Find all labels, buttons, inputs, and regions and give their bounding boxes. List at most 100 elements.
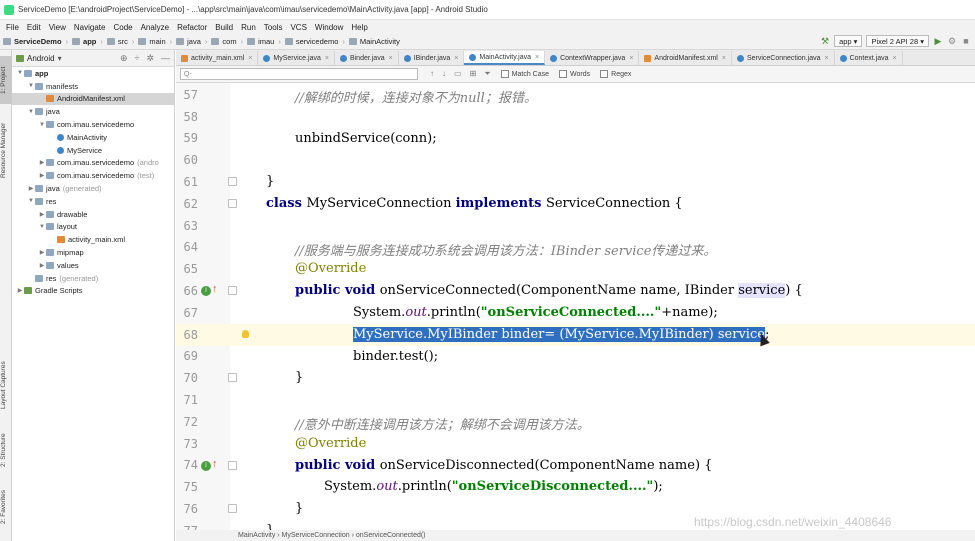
tree-node[interactable]: MyService	[12, 144, 174, 157]
tree-node[interactable]: ▼ res	[12, 195, 174, 208]
code-line[interactable]: 72 //意外中断连接调用该方法；解绑不会调用该方法。	[176, 411, 975, 433]
tree-node[interactable]: ▶ drawable	[12, 208, 174, 221]
breadcrumb-item[interactable]: MainActivity	[346, 37, 403, 46]
tree-node[interactable]: ▼ app	[12, 67, 174, 80]
code-line[interactable]: 59 unbindService(conn);	[176, 128, 975, 150]
code-line[interactable]: 68 MyService.MyIBinder binder= (MyService…	[176, 323, 975, 346]
override-arrow-icon[interactable]: ↑	[212, 458, 218, 470]
expand-arrow-icon[interactable]: ▶	[16, 287, 24, 294]
close-icon[interactable]: ×	[535, 54, 539, 61]
layout-captures-tab[interactable]: Layout Captures	[0, 350, 12, 420]
tree-node[interactable]: activity_main.xml	[12, 233, 174, 246]
breadcrumb-item[interactable]: imau	[244, 37, 277, 46]
breadcrumb-item[interactable]: main	[135, 37, 168, 46]
tree-node[interactable]: ▼ com.imau.servicedemo	[12, 118, 174, 131]
code-line[interactable]: 63	[176, 215, 975, 237]
close-icon[interactable]: ×	[893, 55, 897, 62]
add-selection-icon[interactable]: ⊞	[470, 69, 477, 79]
code-line[interactable]: 57 //解绑的时候，连接对象不为null；报错。	[176, 84, 975, 106]
words-checkbox[interactable]	[559, 70, 568, 78]
menu-run[interactable]: Run	[237, 23, 260, 32]
hide-icon[interactable]: —	[161, 53, 170, 64]
close-icon[interactable]: ×	[722, 55, 726, 62]
hammer-icon[interactable]: ⚒	[820, 36, 830, 46]
code-line[interactable]: 69 binder.test();	[176, 346, 975, 368]
expand-arrow-icon[interactable]: ▶	[38, 172, 46, 179]
menu-refactor[interactable]: Refactor	[173, 23, 211, 32]
close-icon[interactable]: ×	[454, 55, 458, 62]
menu-view[interactable]: View	[45, 23, 70, 32]
match-case-checkbox[interactable]	[500, 70, 509, 78]
menu-tools[interactable]: Tools	[260, 23, 287, 32]
regex-checkbox[interactable]	[600, 70, 609, 78]
select-all-icon[interactable]: ▭	[454, 69, 462, 79]
editor-tab[interactable]: MainActivity.java ×	[464, 51, 546, 65]
editor-tab[interactable]: AndroidManifest.xml ×	[639, 51, 732, 65]
expand-arrow-icon[interactable]: ▶	[38, 211, 46, 218]
tree-node[interactable]: ▼ java	[12, 105, 174, 118]
expand-arrow-icon[interactable]: ▼	[38, 122, 46, 128]
close-icon[interactable]: ×	[629, 55, 633, 62]
breadcrumb-item[interactable]: java	[173, 37, 204, 46]
breadcrumb-item[interactable]: servicedemo	[282, 37, 342, 46]
tree-node[interactable]: res (generated)	[12, 272, 174, 285]
code-line[interactable]: 64 //服务端与服务连接成功系统会调用该方法：IBinder service传递…	[176, 237, 975, 258]
code-line[interactable]: 58	[176, 106, 975, 128]
match-case-option[interactable]: Match Case	[500, 70, 549, 78]
fold-marker-icon[interactable]	[228, 177, 237, 187]
editor-tab[interactable]: Binder.java ×	[335, 51, 399, 65]
expand-arrow-icon[interactable]: ▼	[16, 70, 24, 76]
close-icon[interactable]: ×	[824, 55, 828, 62]
lightbulb-icon[interactable]	[242, 329, 249, 338]
code-line[interactable]: 75 System.out.println("onServiceDisconnec…	[176, 476, 975, 498]
tree-node[interactable]: ▶ com.imau.servicedemo (andro	[12, 157, 174, 170]
code-line[interactable]: 62 class MyServiceConnection implements S…	[176, 193, 975, 215]
implements-marker-icon[interactable]: I	[201, 286, 211, 297]
locate-icon[interactable]: ⊕	[120, 53, 128, 64]
tree-node[interactable]: ▶ mipmap	[12, 246, 174, 259]
expand-arrow-icon[interactable]: ▼	[38, 224, 46, 230]
override-arrow-icon[interactable]: ↑	[212, 283, 218, 295]
fold-marker-icon[interactable]	[228, 504, 237, 514]
editor-tab[interactable]: activity_main.xml ×	[176, 51, 259, 65]
stop-icon[interactable]: ■	[961, 36, 971, 46]
code-line[interactable]: 67 System.out.println("onServiceConnected…	[176, 302, 975, 324]
expand-arrow-icon[interactable]: ▼	[27, 198, 35, 204]
close-icon[interactable]: ×	[248, 55, 252, 62]
tree-node[interactable]: ▶ Gradle Scripts	[12, 285, 174, 298]
fold-marker-icon[interactable]	[228, 460, 237, 470]
menu-window[interactable]: Window	[311, 23, 347, 32]
breadcrumb-item[interactable]: ServiceDemo	[0, 37, 65, 46]
code-editor[interactable]: 57 //解绑的时候，连接对象不为null；报错。 58 59 unbindServic…	[176, 83, 975, 541]
expand-arrow-icon[interactable]: ▼	[27, 83, 35, 89]
chevron-down-icon[interactable]: ▾	[58, 54, 62, 63]
tree-node[interactable]: ▼ manifests	[12, 80, 174, 93]
menu-edit[interactable]: Edit	[23, 23, 45, 32]
tree-node[interactable]: AndroidManifest.xml	[12, 92, 174, 106]
fold-marker-icon[interactable]	[228, 373, 237, 383]
code-line[interactable]: 70}	[176, 367, 975, 389]
editor-tab[interactable]: MyService.java ×	[258, 51, 335, 65]
code-line[interactable]: 74 I ↑ public void onServiceDisconnected(Co…	[176, 455, 975, 477]
expand-arrow-icon[interactable]: ▶	[38, 262, 46, 269]
editor-tab[interactable]: ServiceConnection.java ×	[732, 51, 835, 65]
device-select[interactable]: Pixel 2 API 28 ▾	[866, 35, 929, 47]
filter-icon[interactable]: ⏷	[484, 69, 490, 79]
breadcrumb-item[interactable]: src	[104, 37, 131, 46]
gear-icon[interactable]: ✲	[146, 53, 154, 64]
menu-file[interactable]: File	[2, 23, 23, 32]
menu-vcs[interactable]: VCS	[286, 23, 310, 32]
code-line[interactable]: 73 @Override	[176, 433, 975, 455]
code-breadcrumb[interactable]: MainActivity › MyServiceConnection › onS…	[238, 532, 426, 539]
tree-node[interactable]: ▶ values	[12, 259, 174, 272]
expand-arrow-icon[interactable]: ▼	[27, 109, 35, 115]
debug-icon[interactable]: ⚙	[947, 36, 957, 46]
code-line[interactable]: 61}	[176, 171, 975, 193]
editor-tab[interactable]: IBinder.java ×	[399, 51, 465, 65]
regex-option[interactable]: Regex	[600, 70, 631, 78]
menu-build[interactable]: Build	[211, 23, 237, 32]
tree-node[interactable]: ▶ com.imau.servicedemo (test)	[12, 169, 174, 182]
tree-node[interactable]: ▶ java (generated)	[12, 182, 174, 195]
arrow-down-icon[interactable]: ↓	[442, 69, 446, 79]
menu-code[interactable]: Code	[109, 23, 136, 32]
